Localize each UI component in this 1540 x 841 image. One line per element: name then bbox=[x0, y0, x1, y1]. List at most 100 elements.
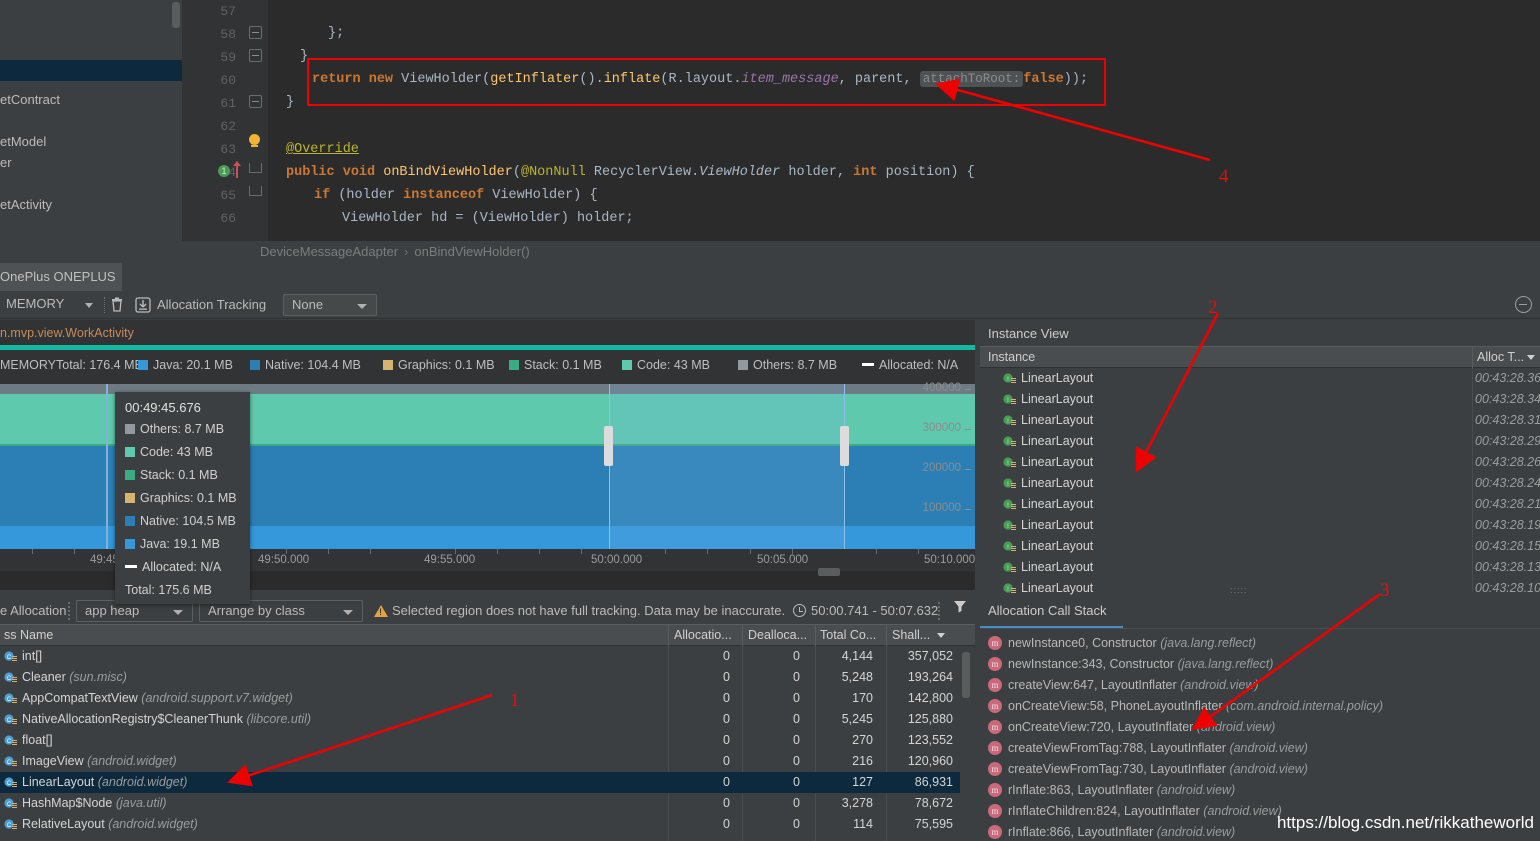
table-row-selected[interactable]: C LinearLayout (android.widget) 0 0 127 … bbox=[0, 772, 960, 793]
code-editor-canvas[interactable]: 57 58 59 60 61 62 63 64 65 66 1 bbox=[182, 0, 1540, 241]
allocations-table[interactable]: C int[] 0 0 4,144 357,052 C Cleaner (sun… bbox=[0, 646, 975, 841]
column-total-count[interactable]: Total Co... bbox=[820, 628, 876, 642]
instance-view-list[interactable]: ! LinearLayout 00:43:28.36 ! LinearLayout 00… bbox=[980, 368, 1540, 595]
table-row[interactable]: C NativeAllocationRegistry$CleanerThunk … bbox=[0, 709, 960, 730]
list-item[interactable]: ! LinearLayout 00:43:28.15 bbox=[980, 536, 1540, 557]
sort-descending-icon[interactable] bbox=[937, 633, 945, 638]
list-item[interactable]: ! LinearLayout 00:43:28.36 bbox=[980, 368, 1540, 389]
chevron-down-icon[interactable] bbox=[357, 304, 367, 309]
column-alloc-time[interactable]: Alloc T... bbox=[1477, 350, 1524, 364]
list-item[interactable]: m newInstance0, Constructor (java.lang.re… bbox=[980, 633, 1540, 654]
project-item-presenter[interactable]: er bbox=[0, 152, 12, 173]
stack-frame: createViewFromTag:788, LayoutInflater (a… bbox=[1008, 741, 1308, 755]
line-number: 58 bbox=[220, 27, 236, 42]
editor-fold-column[interactable] bbox=[244, 0, 268, 241]
timeline-scrollbar[interactable] bbox=[818, 568, 840, 576]
method-icon: m bbox=[988, 783, 1002, 797]
code-text[interactable]: }; } return new ViewHolder(getInflater()… bbox=[268, 0, 1540, 241]
project-item-contract[interactable]: etContract bbox=[0, 89, 60, 110]
allocation-tracking-select[interactable]: None bbox=[283, 294, 377, 316]
list-item[interactable]: m createViewFromTag:788, LayoutInflater (… bbox=[980, 738, 1540, 759]
breadcrumb[interactable]: DeviceMessageAdapter › onBindViewHolder() bbox=[182, 241, 1540, 263]
sort-descending-icon[interactable] bbox=[1527, 355, 1535, 360]
line-number: 60 bbox=[220, 73, 236, 88]
selection-handle-left[interactable] bbox=[604, 426, 613, 466]
list-item[interactable]: m createViewFromTag:730, LayoutInflater (… bbox=[980, 759, 1540, 780]
list-item[interactable]: m createView:647, LayoutInflater (android… bbox=[980, 675, 1540, 696]
breadcrumb-class[interactable]: DeviceMessageAdapter bbox=[260, 244, 398, 259]
table-row[interactable]: C int[] 0 0 4,144 357,052 bbox=[0, 646, 960, 667]
list-item[interactable]: ! LinearLayout 00:43:28.10 bbox=[980, 578, 1540, 599]
column-shallow-size[interactable]: Shall... bbox=[892, 628, 930, 642]
class-name: NativeAllocationRegistry$CleanerThunk (l… bbox=[22, 712, 312, 726]
fold-region-icon[interactable] bbox=[249, 186, 262, 196]
list-item[interactable]: ! LinearLayout 00:43:28.34 bbox=[980, 389, 1540, 410]
annotation-override[interactable]: @Override bbox=[286, 142, 359, 157]
allocations-table-scrollbar[interactable] bbox=[962, 652, 970, 698]
intention-bulb-icon[interactable] bbox=[249, 134, 260, 147]
table-row[interactable]: C AppCompatTextView (android.support.v7.… bbox=[0, 688, 960, 709]
table-row[interactable]: C Cleaner (sun.misc) 0 0 5,248 193,264 bbox=[0, 667, 960, 688]
project-tree-panel[interactable]: etContract etModel er etActivity bbox=[0, 0, 182, 241]
instance-name: LinearLayout bbox=[1021, 455, 1094, 469]
class-name: HashMap$Node (java.util) bbox=[22, 796, 167, 810]
instance-name: LinearLayout bbox=[1021, 581, 1094, 595]
project-item-selected[interactable] bbox=[0, 60, 182, 81]
tab-allocation-call-stack[interactable]: Allocation Call Stack bbox=[988, 603, 1107, 618]
stack-frame: onCreateView:58, PhoneLayoutInflater (co… bbox=[1008, 699, 1384, 713]
list-item[interactable]: m rInflate:863, LayoutInflater (android.v… bbox=[980, 780, 1540, 801]
list-item[interactable]: ! LinearLayout 00:43:28.24 bbox=[980, 473, 1540, 494]
fold-collapse-icon[interactable] bbox=[249, 95, 262, 108]
table-row[interactable]: C HashMap$Node (java.util) 0 0 3,278 78,… bbox=[0, 793, 960, 814]
table-row[interactable]: C float[] 0 0 270 123,552 bbox=[0, 730, 960, 751]
legend-stack: Stack: 0.1 MB bbox=[509, 358, 602, 372]
chevron-down-icon[interactable] bbox=[173, 610, 183, 615]
class-icon: C bbox=[4, 671, 17, 684]
minimize-icon[interactable] bbox=[1515, 296, 1532, 313]
breadcrumb-method[interactable]: onBindViewHolder() bbox=[414, 244, 529, 259]
table-row[interactable]: C ImageView (android.widget) 0 0 216 120… bbox=[0, 751, 960, 772]
column-class-name[interactable]: ss Name bbox=[4, 628, 53, 642]
stack-frame: createView:647, LayoutInflater (android.… bbox=[1008, 678, 1259, 692]
fold-collapse-icon[interactable] bbox=[249, 49, 262, 62]
column-deallocations[interactable]: Dealloca... bbox=[748, 628, 807, 642]
device-tab[interactable]: OnePlus ONEPLUS ... bbox=[0, 263, 122, 312]
class-name: int[] bbox=[22, 649, 43, 663]
instance-view-header[interactable]: Instance Alloc T... bbox=[980, 346, 1540, 369]
selection-range-overlay[interactable] bbox=[609, 384, 845, 549]
allocations-table-header[interactable]: ss Name Allocatio... Dealloca... Total C… bbox=[0, 624, 975, 647]
list-item[interactable]: m onCreateView:58, PhoneLayoutInflater (c… bbox=[980, 696, 1540, 717]
column-instance[interactable]: Instance bbox=[988, 350, 1035, 364]
run-gutter-icon[interactable]: 1 bbox=[218, 165, 230, 177]
fold-collapse-icon[interactable] bbox=[249, 26, 262, 39]
heap-dump-icon[interactable] bbox=[134, 296, 152, 314]
kw-public: public bbox=[286, 165, 335, 180]
kw-void: void bbox=[342, 165, 376, 180]
list-item[interactable]: ! LinearLayout 00:43:28.31 bbox=[980, 410, 1540, 431]
svg-text:C: C bbox=[7, 739, 12, 745]
override-arrow-icon[interactable] bbox=[233, 161, 241, 178]
list-item[interactable]: ! LinearLayout 00:43:28.19 bbox=[980, 515, 1540, 536]
selection-handle-right[interactable] bbox=[840, 426, 849, 466]
list-item[interactable]: m onCreateView:720, LayoutInflater (andro… bbox=[980, 717, 1540, 738]
table-row[interactable]: C RelativeLayout (android.widget) 0 0 11… bbox=[0, 814, 960, 835]
trash-icon[interactable] bbox=[108, 296, 126, 314]
chevron-down-icon[interactable] bbox=[343, 610, 353, 615]
project-tree-scrollbar[interactable] bbox=[172, 2, 180, 28]
list-item[interactable]: ! LinearLayout 00:43:28.21 bbox=[980, 494, 1540, 515]
editor-gutter[interactable]: 57 58 59 60 61 62 63 64 65 66 1 bbox=[182, 0, 244, 241]
list-item[interactable]: ! LinearLayout 00:43:28.29 bbox=[980, 431, 1540, 452]
project-item-model[interactable]: etModel bbox=[0, 131, 46, 152]
list-item[interactable]: ! LinearLayout 00:43:28.26 bbox=[980, 452, 1540, 473]
horizontal-splitter-grip[interactable]: ::::: bbox=[1230, 585, 1248, 595]
fold-region-icon[interactable] bbox=[249, 163, 262, 173]
project-item-activity[interactable]: etActivity bbox=[0, 194, 52, 215]
kw-instanceof: instanceof bbox=[403, 188, 485, 203]
list-item[interactable]: m newInstance:343, Constructor (java.lang… bbox=[980, 654, 1540, 675]
list-item[interactable]: ! LinearLayout 00:43:28.13 bbox=[980, 557, 1540, 578]
profiler-mode-label[interactable]: MEMORY bbox=[6, 296, 64, 311]
chevron-down-icon[interactable] bbox=[85, 303, 93, 308]
instance-name: LinearLayout bbox=[1021, 518, 1094, 532]
column-allocations[interactable]: Allocatio... bbox=[674, 628, 732, 642]
method-icon: m bbox=[988, 741, 1002, 755]
